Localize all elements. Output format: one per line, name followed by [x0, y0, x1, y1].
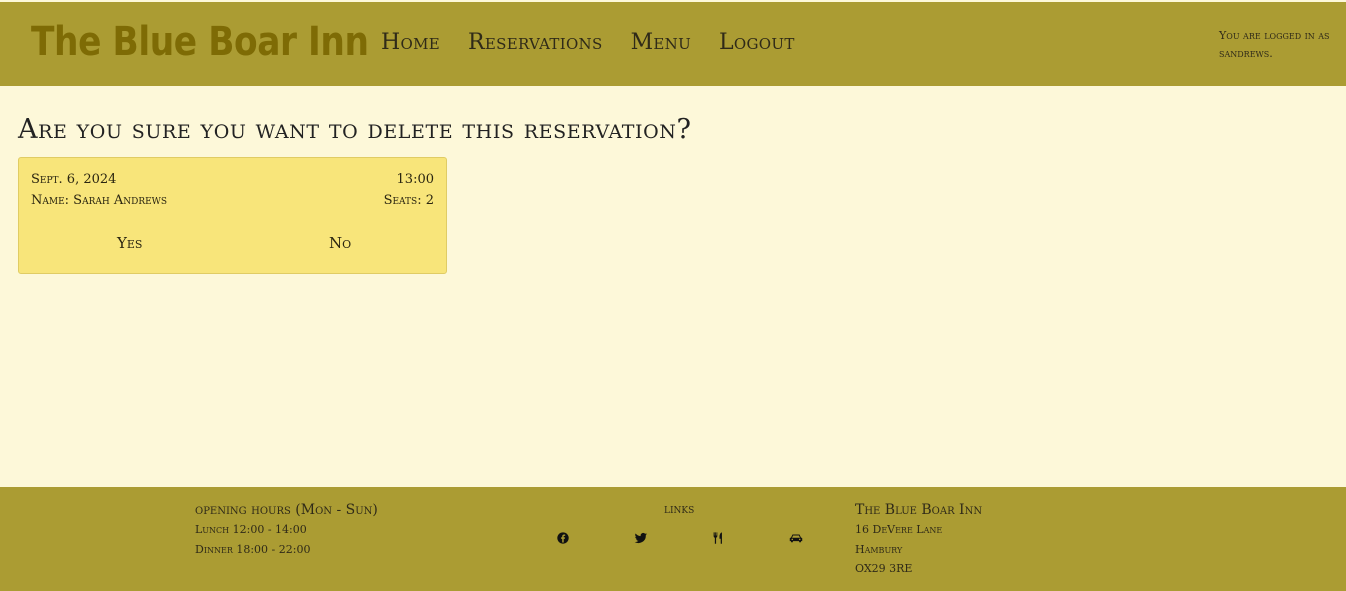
- site-footer: opening hours (Mon - Sun) Lunch 12:00 - …: [0, 487, 1346, 591]
- menu-icon[interactable]: [711, 531, 725, 545]
- nav-home[interactable]: Home: [381, 28, 440, 58]
- login-status: You are logged in as sandrews.: [1219, 29, 1330, 60]
- reservation-seats: Seats: 2: [383, 193, 434, 208]
- confirm-yes-button[interactable]: Yes: [117, 234, 142, 252]
- address-postcode: OX29 3RE: [855, 562, 913, 575]
- reservation-time: 13:00: [396, 172, 434, 187]
- nav-logout[interactable]: Logout: [719, 28, 795, 58]
- nav-reservations[interactable]: Reservations: [468, 28, 603, 58]
- opening-hours: opening hours (Mon - Sun) Lunch 12:00 - …: [195, 500, 378, 560]
- nav-menu[interactable]: Menu: [631, 28, 691, 58]
- reservation-card: Sept. 6, 2024 13:00 Name: Sarah Andrews …: [18, 157, 447, 274]
- address-street: 16 DeVere Lane: [855, 523, 943, 536]
- confirm-no-button[interactable]: No: [329, 234, 351, 252]
- facebook-icon[interactable]: [556, 531, 570, 545]
- lunch-hours: Lunch 12:00 - 14:00: [195, 523, 307, 536]
- brand-logo[interactable]: The Blue Boar Inn: [31, 16, 369, 68]
- address-title: The Blue Boar Inn: [855, 502, 983, 518]
- main-nav: Home Reservations Menu Logout: [381, 28, 795, 58]
- page-title: Are you sure you want to delete this res…: [18, 114, 692, 145]
- twitter-icon[interactable]: [634, 531, 648, 545]
- dinner-hours: Dinner 18:00 - 22:00: [195, 543, 311, 556]
- address-block: The Blue Boar Inn 16 DeVere Lane Hambury…: [855, 500, 982, 579]
- site-header: The Blue Boar Inn Home Reservations Menu…: [0, 2, 1346, 86]
- opening-hours-title: opening hours (Mon - Sun): [195, 502, 378, 518]
- links-title: links: [664, 502, 695, 517]
- reservation-date: Sept. 6, 2024: [31, 172, 117, 187]
- address-town: Hambury: [855, 542, 903, 556]
- car-icon[interactable]: [789, 531, 803, 545]
- reservation-name: Name: Sarah Andrews: [31, 193, 168, 208]
